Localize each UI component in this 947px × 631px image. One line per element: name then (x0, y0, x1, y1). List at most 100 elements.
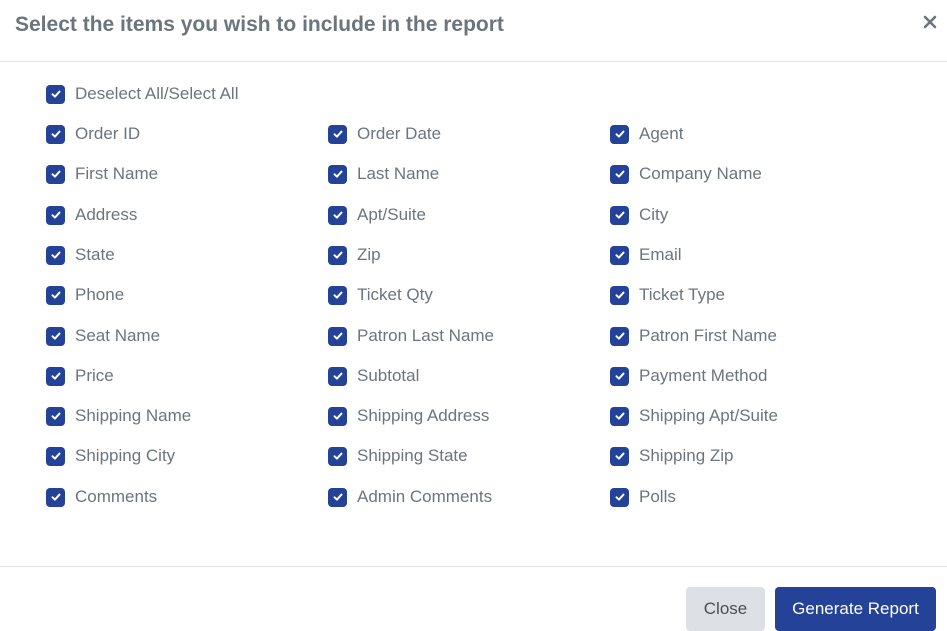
report-item-checkbox[interactable]: Apt/Suite (328, 203, 426, 227)
report-item-checkbox[interactable]: Shipping State (328, 444, 468, 468)
checkbox-label: Company Name (639, 164, 762, 183)
checkbox-checked-icon[interactable] (328, 366, 347, 386)
checkbox-checked-icon[interactable] (46, 285, 65, 305)
checkbox-checked-icon[interactable] (328, 164, 347, 184)
checkbox-label: Comments (75, 487, 158, 506)
report-item-checkbox[interactable]: Admin Comments (328, 485, 492, 509)
report-item-checkbox[interactable]: Shipping Address (328, 404, 489, 428)
report-item-checkbox[interactable]: Order ID (46, 122, 140, 146)
report-item-checkbox[interactable]: Email (610, 243, 682, 267)
checkbox-label: Shipping State (357, 446, 468, 465)
checkbox-label: Order Date (357, 124, 442, 143)
checkbox-label: Price (75, 366, 114, 385)
checkbox-checked-icon[interactable] (328, 124, 347, 144)
report-item-checkbox[interactable]: Comments (46, 485, 157, 509)
checkbox-label: State (75, 245, 115, 264)
report-item-checkbox[interactable]: First Name (46, 162, 158, 186)
report-item-checkbox[interactable]: Address (46, 203, 137, 227)
checkbox-label: Apt/Suite (357, 205, 426, 224)
report-item-checkbox[interactable]: Seat Name (46, 324, 160, 348)
report-item-checkbox[interactable]: Last Name (328, 162, 439, 186)
report-item-checkbox[interactable]: Ticket Qty (328, 283, 433, 307)
report-item-checkbox[interactable]: Company Name (610, 162, 762, 186)
checkbox-checked-icon[interactable] (610, 205, 629, 225)
report-item-checkbox[interactable]: Zip (328, 243, 381, 267)
checkbox-label: Seat Name (75, 326, 161, 345)
checkbox-label: Zip (357, 245, 381, 264)
checkbox-checked-icon[interactable] (328, 245, 347, 265)
report-item-checkbox[interactable]: Subtotal (328, 364, 419, 388)
checkbox-label: Deselect All/Select All (75, 84, 239, 103)
checkbox-label: Ticket Qty (357, 285, 433, 304)
checkbox-checked-icon[interactable] (610, 446, 629, 466)
close-x-icon[interactable] (920, 12, 940, 32)
report-item-checkbox[interactable]: Shipping Apt/Suite (610, 404, 778, 428)
checkbox-label: Shipping Zip (639, 446, 734, 465)
checkbox-checked-icon[interactable] (46, 205, 65, 225)
checkbox-label: Shipping Address (357, 406, 490, 425)
select-all-checkbox[interactable]: Deselect All/Select All (46, 82, 238, 106)
checkbox-label: Shipping City (75, 446, 176, 465)
checkbox-label: Shipping Apt/Suite (639, 406, 778, 425)
checkbox-label: Admin Comments (357, 487, 493, 506)
checkbox-label: Patron First Name (639, 326, 777, 345)
report-item-checkbox[interactable]: Polls (610, 485, 676, 509)
checkbox-checked-icon[interactable] (610, 326, 629, 346)
report-item-checkbox[interactable]: Price (46, 364, 114, 388)
checkbox-checked-icon[interactable] (610, 285, 629, 305)
checkbox-checked-icon[interactable] (328, 406, 347, 426)
checkbox-checked-icon[interactable] (610, 406, 629, 426)
checkbox-checked-icon[interactable] (46, 164, 65, 184)
dialog-header: Select the items you wish to include in … (0, 0, 947, 62)
report-item-checkbox[interactable]: Shipping Zip (610, 444, 734, 468)
dialog-body: Deselect All/Select All Order ID Order Da… (0, 62, 947, 566)
checkbox-checked-icon[interactable] (46, 487, 65, 507)
checkbox-checked-icon[interactable] (328, 446, 347, 466)
dialog-title: Select the items you wish to include in … (15, 13, 504, 36)
checkbox-checked-icon[interactable] (46, 406, 65, 426)
checkbox-checked-icon[interactable] (328, 326, 347, 346)
checkbox-label: Payment Method (639, 366, 768, 385)
checkbox-label: Agent (639, 124, 684, 143)
checkbox-checked-icon[interactable] (46, 245, 65, 265)
checkbox-label: Email (639, 245, 682, 264)
checkbox-checked-icon[interactable] (46, 326, 65, 346)
checkbox-label: Order ID (75, 124, 141, 143)
checkbox-checked-icon[interactable] (328, 487, 347, 507)
checkbox-label: Patron Last Name (357, 326, 495, 345)
checkbox-checked-icon[interactable] (328, 285, 347, 305)
checkbox-checked-icon[interactable] (610, 164, 629, 184)
checkbox-label: Shipping Name (75, 406, 192, 425)
checkbox-label: Last Name (357, 164, 440, 183)
checkbox-label: Subtotal (357, 366, 420, 385)
report-item-checkbox[interactable]: Shipping Name (46, 404, 191, 428)
report-item-checkbox[interactable]: Phone (46, 283, 124, 307)
checkbox-checked-icon[interactable] (610, 366, 629, 386)
report-item-checkbox[interactable]: Shipping City (46, 444, 175, 468)
report-item-checkbox[interactable]: Agent (610, 122, 683, 146)
checkbox-label: Phone (75, 285, 125, 304)
checkbox-checked-icon[interactable] (610, 245, 629, 265)
report-item-checkbox[interactable]: State (46, 243, 115, 267)
report-item-checkbox[interactable]: City (610, 203, 668, 227)
report-item-checkbox[interactable]: Payment Method (610, 364, 768, 388)
checkbox-checked-icon[interactable] (328, 205, 347, 225)
checkbox-label: Polls (639, 487, 676, 506)
checkbox-checked-icon[interactable] (46, 366, 65, 386)
checkbox-label: Ticket Type (639, 285, 725, 304)
checkbox-checked-icon[interactable] (610, 487, 629, 507)
checkbox-label: First Name (75, 164, 159, 183)
report-item-checkbox[interactable]: Patron Last Name (328, 324, 494, 348)
checkbox-checked-icon[interactable] (46, 124, 65, 144)
dialog-footer: Close Generate Report (0, 566, 947, 631)
generate-report-button[interactable]: Generate Report (775, 587, 936, 631)
report-item-checkbox[interactable]: Ticket Type (610, 283, 725, 307)
checkbox-checked-icon[interactable] (610, 124, 629, 144)
checkbox-checked-icon[interactable] (46, 446, 65, 466)
close-button[interactable]: Close (686, 587, 765, 631)
report-item-checkbox[interactable]: Patron First Name (610, 324, 777, 348)
checkbox-label: Address (75, 205, 138, 224)
checkbox-checked-icon[interactable] (46, 84, 65, 104)
report-item-checkbox[interactable]: Order Date (328, 122, 441, 146)
checkbox-label: City (639, 205, 669, 224)
